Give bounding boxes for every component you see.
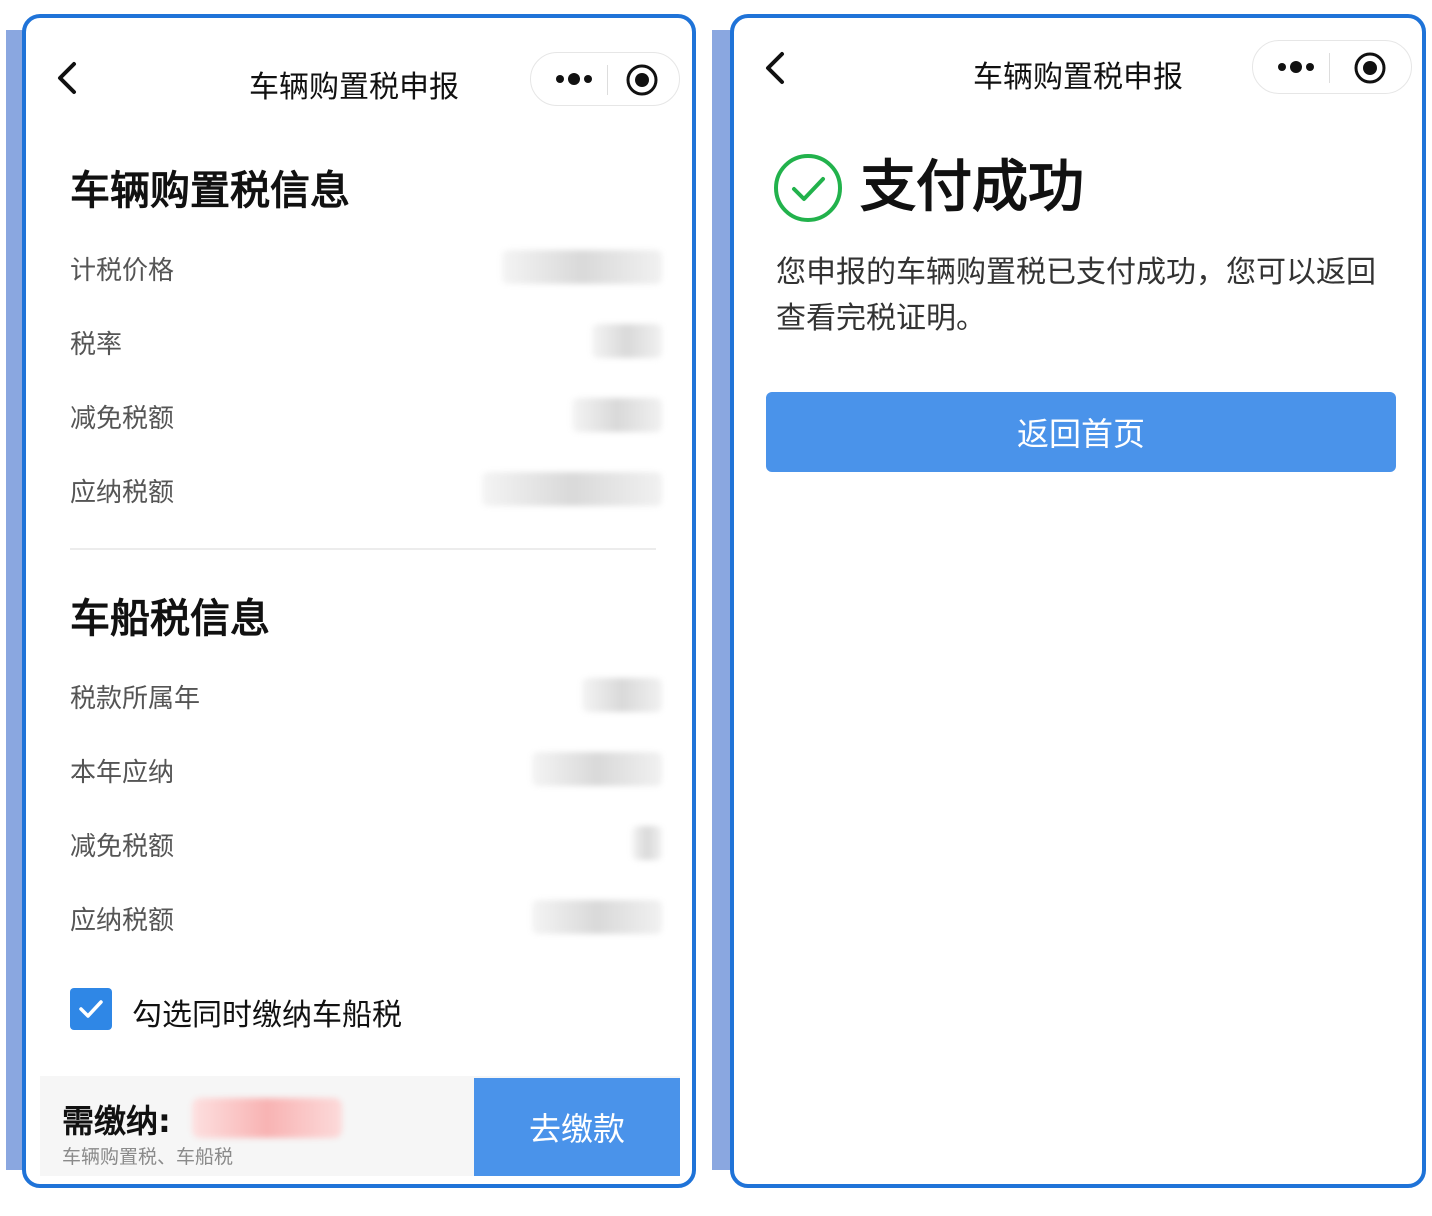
tax-price-value [502,250,662,284]
vessel-reduction-value [632,826,662,860]
checkmark-icon [79,1000,103,1018]
menu-capsule [530,52,680,106]
payment-bar: 需缴纳: 车辆购置税、车船税 去缴款 [40,1076,680,1176]
target-icon[interactable] [625,63,659,97]
capsule-divider [607,65,608,95]
tax-types-note: 车辆购置税、车船税 [62,1146,234,1168]
pay-vessel-tax-checkbox[interactable] [70,988,112,1030]
annual-payable-label: 本年应纳 [70,758,175,788]
success-title: 支付成功 [860,155,1084,220]
more-dots-icon[interactable] [1271,51,1321,83]
tax-rate-label: 税率 [70,330,123,360]
purchase-payable-value [482,472,662,506]
checkbox-label: 勾选同时缴纳车船税 [132,998,402,1033]
tax-price-label: 计税价格 [70,256,175,286]
purchase-tax-title: 车辆购置税信息 [70,168,350,214]
success-check-icon [774,154,842,222]
vessel-tax-title: 车船税信息 [70,596,270,642]
more-dots-icon[interactable] [549,63,599,95]
declaration-screen: 车辆购置税申报 车辆购置税信息 计税价格 税率 减免税额 应纳税额 车船税信息 … [22,14,696,1188]
amount-due-value [192,1098,342,1138]
tax-rate-value [592,324,662,358]
capsule-divider [1329,53,1330,83]
right-accent-strip [712,30,732,1170]
go-pay-button[interactable]: 去缴款 [474,1078,680,1176]
annual-payable-value [532,752,662,786]
purchase-reduction-label: 减免税额 [70,404,175,434]
amount-due-label: 需缴纳: [62,1102,171,1140]
navigation-bar: 车辆购置税申报 [26,18,692,130]
return-home-button[interactable]: 返回首页 [766,392,1396,472]
section-divider [70,548,656,550]
purchase-payable-label: 应纳税额 [70,478,175,508]
purchase-reduction-value [572,398,662,432]
target-icon[interactable] [1353,51,1387,85]
menu-capsule [1252,40,1412,94]
tax-year-label: 税款所属年 [70,684,201,714]
vessel-payable-value [532,900,662,934]
payment-success-screen: 车辆购置税申报 支付成功 您申报的车辆购置税已支付成功，您可以返回查看完税证明。… [730,14,1426,1188]
vessel-reduction-label: 减免税额 [70,832,175,862]
tax-year-value [582,678,662,712]
navigation-bar: 车辆购置税申报 [734,18,1422,130]
vessel-payable-label: 应纳税额 [70,906,175,936]
success-description: 您申报的车辆购置税已支付成功，您可以返回查看完税证明。 [776,255,1376,336]
